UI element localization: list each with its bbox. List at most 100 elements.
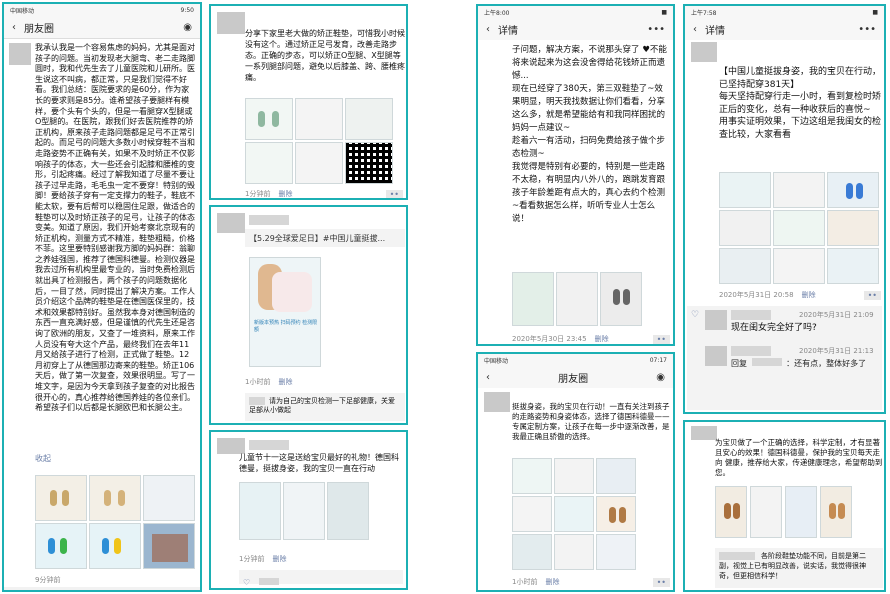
avatar[interactable] (691, 426, 717, 440)
post-time: 1分钟前 (245, 190, 271, 198)
delete-link[interactable]: 删除 (278, 189, 292, 198)
avatar[interactable] (484, 392, 510, 412)
post-meta: 1分钟前 删除 (239, 554, 286, 564)
camera-icon[interactable]: ◉ (183, 22, 192, 33)
panel-moments-stand-tall: 中国移动 07:17 ‹ 朋友圈 ◉ 挺拔身姿，我的宝贝在行动！一直有关注到孩子… (476, 352, 675, 592)
post-image[interactable] (554, 534, 594, 570)
post-image[interactable] (715, 486, 747, 538)
more-options-button[interactable]: •• (652, 577, 670, 587)
panel-moments-post-qr: 分享下家里老大做的矫正鞋垫，可惜我小时候没有这个。通过矫正足弓发育，改善走路步态… (209, 4, 408, 200)
status-bar: 上午8:00 ■ (478, 6, 673, 18)
more-options-button[interactable]: •• (863, 290, 881, 300)
post-image[interactable] (596, 534, 636, 570)
post-image[interactable] (512, 534, 552, 570)
delete-link[interactable]: 删除 (595, 334, 609, 344)
avatar[interactable] (217, 12, 245, 34)
post-image[interactable] (512, 272, 554, 326)
post-image[interactable] (719, 210, 771, 246)
camera-icon[interactable]: ◉ (656, 372, 665, 383)
post-image[interactable] (89, 475, 141, 521)
delete-link[interactable]: 删除 (545, 577, 559, 587)
post-image[interactable] (827, 210, 879, 246)
delete-link[interactable]: 删除 (272, 554, 286, 564)
post-image[interactable] (719, 248, 771, 284)
commenter-avatar[interactable] (705, 310, 727, 330)
post-image[interactable] (596, 458, 636, 494)
avatar[interactable] (691, 42, 717, 62)
panel-moments-link-share: 【5.29全球爱足日】#中国儿童挺拔... 新版本预热 扫码预约 检测限额 1小… (209, 205, 408, 425)
post-image[interactable] (512, 458, 552, 494)
post-image[interactable] (596, 496, 636, 532)
post-image[interactable] (773, 248, 825, 284)
post-time: 2020年5月31日 20:58 (719, 291, 794, 299)
moments-header: ‹ 朋友圈 ◉ (478, 366, 673, 389)
post-image[interactable] (295, 142, 343, 184)
post-image[interactable] (512, 496, 552, 532)
more-dots-icon[interactable]: ••• (858, 24, 876, 35)
comments-section: ♡ 2020年5月31日 21:09 现在闺女完全好了吗? 2020年5月31日… (687, 306, 882, 410)
user-name (249, 215, 289, 225)
post-time: 9分钟前 (35, 576, 61, 584)
post-image[interactable] (35, 523, 87, 569)
post-text: 为宝贝做了一个正确的选择，科学定制，才有显著且安心的效果！德国科德曼，保护我的宝… (715, 438, 883, 477)
post-image[interactable] (773, 172, 825, 208)
post-image[interactable] (245, 142, 293, 184)
commenter-avatar[interactable] (705, 346, 727, 366)
post-image[interactable] (827, 172, 879, 208)
post-image[interactable] (283, 482, 325, 540)
post-image[interactable] (295, 98, 343, 140)
post-image[interactable] (554, 496, 594, 532)
comment-text: 现在闺女完全好了吗? (731, 323, 817, 333)
post-image[interactable] (556, 272, 598, 326)
post-meta: 1小时前 删除 •• (512, 577, 670, 587)
page-title: 朋友圈 (558, 373, 589, 385)
avatar[interactable] (9, 43, 31, 65)
post-image[interactable] (143, 523, 195, 569)
post-image[interactable] (245, 98, 293, 140)
post-image[interactable] (820, 486, 852, 538)
status-bar: 上午7:58 ■ (685, 6, 884, 18)
qr-code-image[interactable] (345, 142, 393, 184)
post-image[interactable] (554, 458, 594, 494)
reply-target[interactable] (751, 358, 782, 366)
back-arrow-icon[interactable]: ‹ (693, 24, 697, 35)
post-meta: 1分钟前 删除 •• (245, 189, 403, 198)
clock-label: 上午7:58 (691, 9, 717, 17)
post-image[interactable] (773, 210, 825, 246)
post-image[interactable] (239, 482, 281, 540)
like-user[interactable] (259, 578, 280, 585)
collapse-link[interactable]: 收起 (35, 453, 195, 464)
panel-detail-380-days: 上午8:00 ■ ‹ 详情 ••• 子问题，解决方案，不说那头穿了 ♥不能将来说… (476, 4, 675, 346)
poster-image[interactable]: 新版本预热 扫码预约 检测限额 (249, 257, 321, 367)
more-options-button[interactable]: •• (652, 334, 670, 344)
post-image[interactable] (35, 475, 87, 521)
delete-link[interactable]: 删除 (278, 377, 292, 387)
commenter-name[interactable] (731, 310, 771, 320)
post-image[interactable] (89, 523, 141, 569)
reply-line: 回复 ：还有点，整体好多了 (731, 358, 881, 369)
back-arrow-icon[interactable]: ‹ (12, 22, 16, 33)
post-image[interactable] (327, 482, 369, 540)
post-text: 分享下家里老大做的矫正鞋垫，可惜我小时候没有这个。通过矫正足弓发育，改善走路步态… (245, 29, 405, 82)
post-image[interactable] (719, 172, 771, 208)
post-image[interactable] (143, 475, 195, 521)
more-options-button[interactable]: •• (385, 189, 403, 198)
post-image[interactable] (785, 486, 817, 538)
post-text: 儿童节十一这是送给宝贝最好的礼物！德国科德曼，挺拔身姿，我的宝贝一直在行动 (239, 453, 399, 473)
user-name (249, 440, 289, 450)
post-image[interactable] (345, 98, 393, 140)
post-meta: 1小时前 删除 (245, 377, 403, 387)
post-image[interactable] (600, 272, 642, 326)
link-card[interactable]: 【5.29全球爱足日】#中国儿童挺拔... (245, 229, 405, 247)
post-image[interactable] (827, 248, 879, 284)
avatar[interactable] (217, 213, 245, 233)
post-image[interactable] (750, 486, 782, 538)
comment-time: 2020年5月31日 21:13 (799, 347, 874, 355)
detail-header: ‹ 详情 ••• (478, 18, 673, 41)
commenter-name[interactable] (731, 346, 771, 356)
back-arrow-icon[interactable]: ‹ (486, 24, 490, 35)
more-dots-icon[interactable]: ••• (647, 24, 665, 35)
delete-link[interactable]: 删除 (802, 290, 816, 300)
clock-label: 07:17 (649, 356, 667, 364)
panel-moments-scientific-choice: 为宝贝做了一个正确的选择，科学定制，才有显著且安心的效果！德国科德曼，保护我的宝… (683, 420, 886, 592)
